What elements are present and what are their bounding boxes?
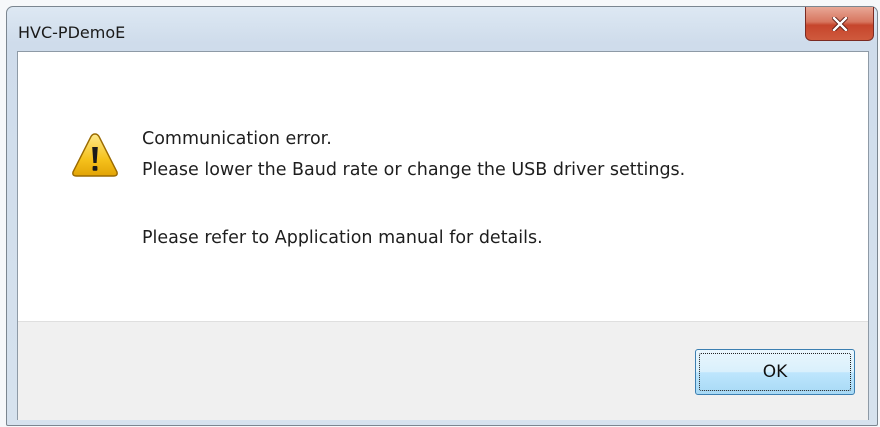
- ok-button[interactable]: OK: [695, 349, 855, 395]
- title-bar[interactable]: HVC-PDemoE: [7, 7, 877, 55]
- button-bar: OK: [18, 321, 868, 420]
- error-message-line-2: Please lower the Baud rate or change the…: [142, 160, 686, 180]
- window-title: HVC-PDemoE: [18, 23, 126, 42]
- error-message-line-1: Communication error.: [142, 129, 332, 149]
- close-icon: [831, 16, 848, 31]
- warning-icon: [72, 133, 118, 177]
- close-button[interactable]: [805, 7, 874, 41]
- desktop-background: HVC-PDemoE Communication error. Please l…: [0, 0, 880, 427]
- dialog-content: Communication error. Please lower the Ba…: [17, 51, 869, 420]
- ok-button-label: OK: [762, 362, 788, 382]
- message-dialog: HVC-PDemoE Communication error. Please l…: [6, 6, 878, 426]
- error-message-line-3: Please refer to Application manual for d…: [142, 228, 543, 248]
